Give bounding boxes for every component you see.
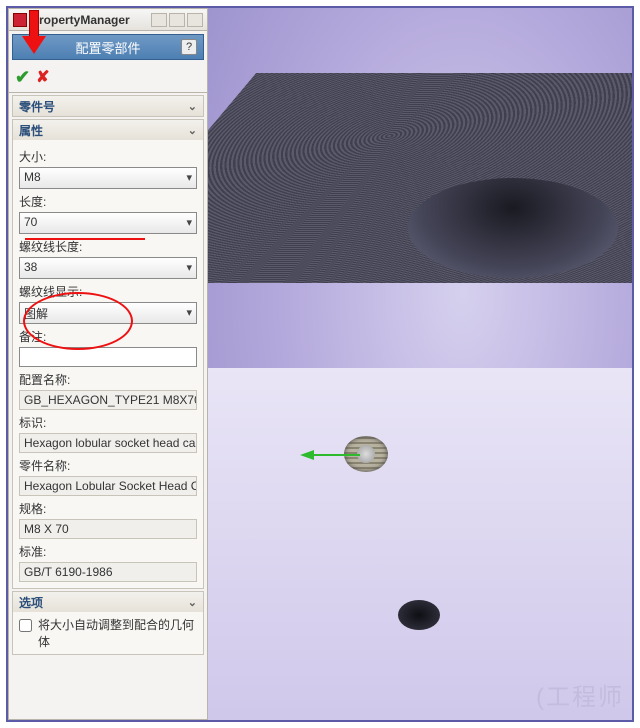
3d-viewport[interactable]: (工程师 (208, 8, 632, 720)
ok-cancel-bar: ✔ ✘ (9, 63, 207, 93)
length-dropdown[interactable]: 70 (19, 212, 197, 234)
desc-value: Hexagon lobular socket head ca (19, 433, 197, 453)
section-options-header[interactable]: 选项 ⌄ (13, 592, 203, 612)
pm-tools (151, 13, 203, 27)
cancel-button[interactable]: ✘ (36, 67, 49, 88)
properties-label: 属性 (19, 122, 43, 139)
size-label: 大小: (19, 148, 197, 165)
remark-label: 备注: (19, 328, 197, 345)
pm-tool-2[interactable] (169, 13, 185, 27)
manipulator-arrow[interactable] (300, 450, 360, 460)
thread-display-value: 图解 (24, 307, 48, 321)
part-name-value: Hexagon Lobular Socket Head C (19, 476, 197, 496)
desc-label: 标识: (19, 414, 197, 431)
length-label: 长度: (19, 193, 197, 210)
thread-display-label: 螺纹线显示: (19, 283, 197, 300)
config-name-value: GB_HEXAGON_TYPE21 M8X70- (19, 390, 197, 410)
section-part-number: 零件号 ⌄ (12, 95, 204, 117)
properties-body: 大小: M8 长度: 70 螺纹线长度: 38 螺纹线显示: 图解 备注: 配置… (13, 140, 203, 588)
model-front-face (208, 368, 632, 720)
thread-length-value: 38 (24, 260, 37, 274)
section-part-number-header[interactable]: 零件号 ⌄ (13, 96, 203, 116)
length-value: 70 (24, 215, 37, 229)
size-value: M8 (24, 170, 41, 184)
section-options: 选项 ⌄ 将大小自动调整到配合的几何体 (12, 591, 204, 655)
property-manager-panel: PropertyManager 配置零部件 ? ✔ ✘ 零件号 ⌄ 属性 ⌄ 大… (8, 8, 208, 720)
auto-scale-label: 将大小自动调整到配合的几何体 (38, 616, 197, 650)
size-dropdown[interactable]: M8 (19, 167, 197, 189)
part-name-label: 零件名称: (19, 457, 197, 474)
configure-component-label: 配置零部件 (75, 38, 140, 57)
section-properties-header[interactable]: 属性 ⌄ (13, 120, 203, 140)
remark-input[interactable] (19, 347, 197, 367)
model-large-hole (408, 178, 618, 278)
auto-scale-row: 将大小自动调整到配合的几何体 (13, 612, 203, 654)
auto-scale-checkbox[interactable] (19, 619, 32, 632)
spec-label: 规格: (19, 500, 197, 517)
thread-length-dropdown[interactable]: 38 (19, 257, 197, 279)
pm-tool-3[interactable] (187, 13, 203, 27)
watermark: (工程师 (536, 677, 624, 712)
options-label: 选项 (19, 594, 43, 611)
standard-label: 标准: (19, 543, 197, 560)
chevron-icon: ⌄ (188, 100, 197, 113)
app-icon (13, 13, 27, 27)
thread-length-label: 螺纹线长度: (19, 238, 197, 255)
section-properties: 属性 ⌄ 大小: M8 长度: 70 螺纹线长度: 38 螺纹线显示: 图解 备… (12, 119, 204, 589)
chevron-icon: ⌄ (188, 596, 197, 609)
part-number-label: 零件号 (19, 98, 55, 115)
model-small-hole (398, 600, 440, 630)
help-button[interactable]: ? (181, 39, 197, 55)
config-name-label: 配置名称: (19, 371, 197, 388)
chevron-icon: ⌄ (188, 124, 197, 137)
configure-component-title: 配置零部件 ? (12, 34, 204, 60)
ok-button[interactable]: ✔ (15, 67, 30, 88)
spec-value: M8 X 70 (19, 519, 197, 539)
pm-tool-1[interactable] (151, 13, 167, 27)
thread-display-dropdown[interactable]: 图解 (19, 302, 197, 324)
pm-title: PropertyManager (31, 13, 151, 27)
standard-value: GB/T 6190-1986 (19, 562, 197, 582)
pm-header: PropertyManager (9, 9, 207, 31)
